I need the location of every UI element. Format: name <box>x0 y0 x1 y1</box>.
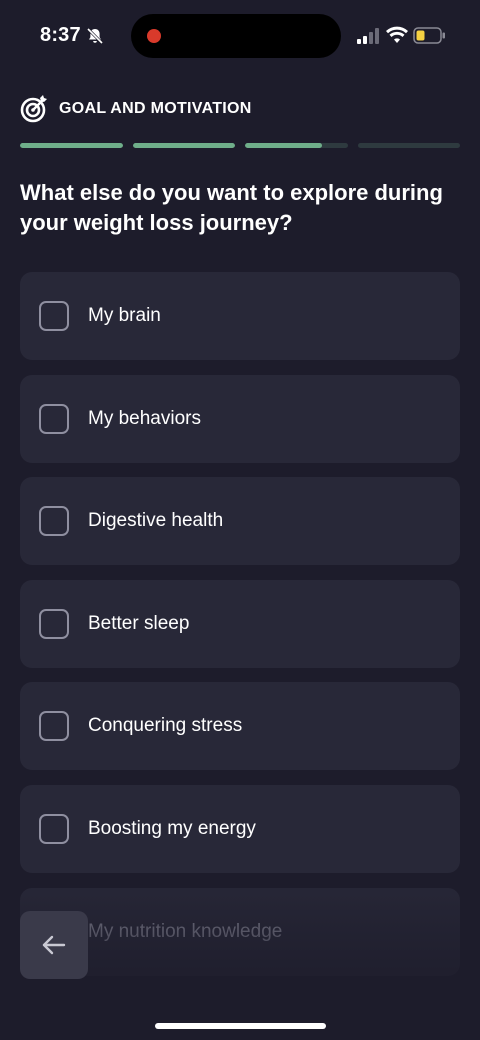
option-better-sleep[interactable]: Better sleep <box>20 579 460 668</box>
option-label: Digestive health <box>88 510 224 532</box>
section-title: GOAL AND MOTIVATION <box>59 100 252 117</box>
wifi-icon <box>386 26 408 43</box>
checkbox[interactable] <box>39 608 69 639</box>
home-indicator[interactable] <box>155 1023 326 1029</box>
checkbox[interactable] <box>39 506 69 537</box>
app-screen: 8:37 GOAL AND MOTIVATION What else do yo… <box>0 0 480 1040</box>
option-my-brain[interactable]: My brain <box>20 272 460 360</box>
progress-segment <box>132 143 235 148</box>
dynamic-island <box>131 14 341 58</box>
status-time: 8:37 <box>40 24 81 46</box>
progress-segment <box>245 143 348 148</box>
status-bar: 8:37 <box>0 0 480 72</box>
signal-icon <box>357 28 379 44</box>
progress-segment <box>357 143 460 148</box>
checkbox[interactable] <box>39 813 69 844</box>
battery-low-icon <box>413 27 445 44</box>
progress-segment <box>20 143 123 148</box>
option-label: My nutrition knowledge <box>88 920 283 942</box>
section-header: GOAL AND MOTIVATION <box>20 94 252 124</box>
option-label: Better sleep <box>88 612 190 634</box>
progress-fill <box>20 143 123 148</box>
progress-fill <box>132 143 235 148</box>
option-boosting-energy[interactable]: Boosting my energy <box>20 784 460 873</box>
option-label: Conquering stress <box>88 715 243 737</box>
bell-slash-icon <box>86 27 104 45</box>
options-list: My brain My behaviors Digestive health B… <box>20 272 460 990</box>
option-digestive-health[interactable]: Digestive health <box>20 477 460 566</box>
checkbox[interactable] <box>39 711 69 742</box>
checkbox[interactable] <box>39 403 69 434</box>
option-label: My brain <box>88 305 161 326</box>
checkbox[interactable] <box>39 301 69 331</box>
option-my-behaviors[interactable]: My behaviors <box>20 374 460 463</box>
option-conquering-stress[interactable]: Conquering stress <box>20 682 460 771</box>
arrow-left-icon <box>42 935 66 955</box>
back-button[interactable] <box>20 911 88 979</box>
recording-indicator-icon <box>147 29 161 43</box>
progress-fill <box>245 143 322 148</box>
progress-bar <box>20 143 460 148</box>
question-heading: What else do you want to explore during … <box>20 180 443 235</box>
target-icon <box>20 95 47 123</box>
option-label: My behaviors <box>88 407 201 429</box>
option-label: Boosting my energy <box>88 817 256 839</box>
